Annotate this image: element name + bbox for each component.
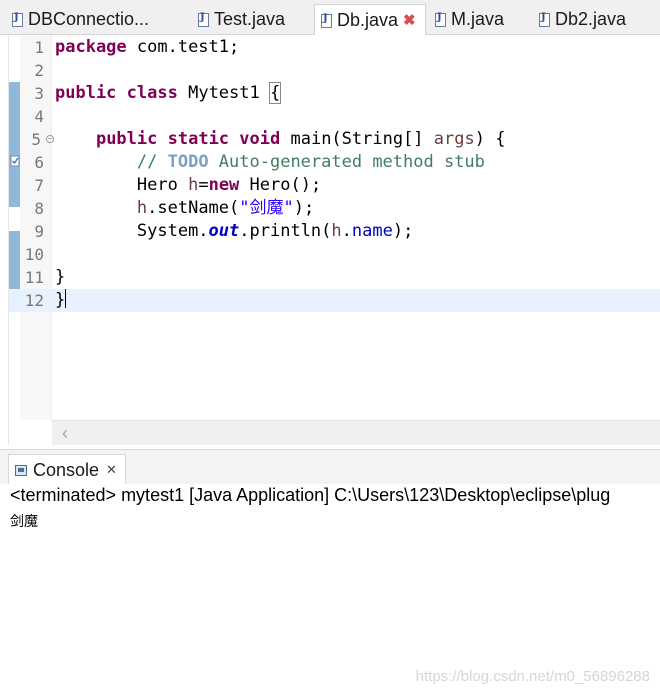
console-view-tab-bar: Console ✕	[0, 449, 660, 485]
tab-db2-java[interactable]: Db2.java	[539, 4, 639, 35]
local-variable: h	[331, 221, 342, 241]
code-token: main(String[]	[280, 129, 434, 149]
tab-dbconnection[interactable]: DBConnectio...	[12, 4, 160, 35]
field: name	[351, 221, 393, 241]
code-text: System.out.println(h.name);	[55, 220, 413, 243]
comment-text: //	[136, 152, 168, 172]
code-line: 11 }	[9, 266, 660, 289]
code-token: .println(	[239, 221, 332, 241]
string-literal: "剑魔"	[239, 198, 294, 218]
code-text: public class Mytest1 {	[55, 82, 282, 105]
horizontal-scrollbar[interactable]: ‹	[52, 420, 660, 445]
code-editor[interactable]: − 1 package com.test1; 2 3 public class …	[8, 35, 660, 445]
watermark-text: https://blog.csdn.net/m0_56896288	[415, 668, 650, 685]
line-number: 11	[24, 268, 44, 287]
code-line: 3 public class Mytest1 {	[9, 82, 660, 105]
keyword: void	[239, 129, 281, 149]
code-line: 9 System.out.println(h.name);	[9, 220, 660, 243]
code-token: );	[293, 198, 315, 218]
keyword: public	[95, 129, 158, 149]
code-token: Hero	[136, 175, 189, 195]
console-output-text: 剑魔	[10, 513, 38, 529]
class-name: Mytest1	[177, 83, 270, 103]
code-line: 4	[9, 105, 660, 128]
tab-label: M.java	[451, 9, 505, 29]
keyword: static	[167, 129, 230, 149]
line-number: 7	[34, 176, 44, 195]
code-token: ) {	[474, 129, 506, 149]
code-token: .	[341, 221, 352, 241]
code-line: 1 package com.test1;	[9, 36, 660, 59]
tab-m-java[interactable]: M.java	[435, 4, 515, 35]
code-line: 8 h.setName("剑魔");	[9, 197, 660, 220]
code-token: Hero();	[239, 175, 322, 195]
console-output-area[interactable]: <terminated> mytest1 [Java Application] …	[0, 484, 660, 691]
code-line: 6 // TODO Auto-generated method stub	[9, 151, 660, 174]
code-comment: // TODO Auto-generated method stub	[55, 151, 485, 174]
code-token: com.test1;	[126, 37, 240, 57]
line-number: 12	[24, 291, 44, 310]
line-number: 9	[34, 222, 44, 241]
code-token: =	[198, 175, 209, 195]
keyword: public	[55, 83, 117, 103]
line-number: 10	[24, 245, 44, 264]
java-file-icon	[12, 12, 23, 27]
line-number: 8	[34, 199, 44, 218]
code-text: h.setName("剑魔");	[55, 197, 314, 220]
code-text: }	[55, 289, 67, 312]
close-icon[interactable]: ✕	[106, 462, 117, 478]
java-file-icon	[321, 13, 332, 28]
scroll-left-arrow-icon[interactable]: ‹	[62, 423, 68, 443]
comment-text: Auto-generated method stub	[208, 152, 485, 172]
code-line: 2	[9, 59, 660, 82]
java-file-icon	[539, 12, 550, 27]
editor-tab-bar: DBConnectio... Test.java Db.java ✖ M.jav…	[0, 0, 660, 36]
local-variable: h	[188, 175, 199, 195]
tab-label: Db2.java	[555, 9, 627, 29]
text-caret	[65, 289, 67, 308]
code-line: 12 }	[9, 289, 660, 312]
tab-label: DBConnectio...	[28, 9, 150, 29]
line-number: 6	[34, 153, 44, 172]
code-text: }	[55, 267, 66, 287]
tab-db-java[interactable]: Db.java ✖	[314, 4, 426, 36]
todo-tag: TODO	[167, 152, 209, 172]
local-variable: h	[136, 198, 148, 218]
matching-brace: {	[268, 82, 282, 104]
keyword: package	[55, 37, 127, 57]
line-number: 4	[34, 107, 44, 126]
tab-label: Test.java	[214, 9, 286, 29]
tab-console[interactable]: Console ✕	[8, 454, 126, 485]
keyword: class	[126, 83, 178, 103]
java-file-icon	[198, 12, 209, 27]
code-line: 5 public static void main(String[] args)…	[9, 128, 660, 151]
keyword: new	[208, 175, 240, 195]
code-token: .setName(	[147, 198, 240, 218]
code-text: Hero h=new Hero();	[55, 174, 321, 197]
console-tab-label: Console	[33, 459, 100, 480]
code-token: }	[55, 290, 66, 310]
code-token: );	[392, 221, 414, 241]
static-field: out	[208, 221, 240, 241]
code-line: 10	[9, 243, 660, 266]
code-token: System.	[136, 221, 209, 241]
line-number: 2	[34, 61, 44, 80]
java-file-icon	[435, 12, 446, 27]
code-text: public static void main(String[] args) {	[55, 128, 506, 151]
line-number: 3	[34, 84, 44, 103]
console-status-text: <terminated> mytest1 [Java Application] …	[10, 485, 611, 505]
close-icon[interactable]: ✖	[403, 13, 416, 28]
console-icon	[15, 464, 27, 476]
tab-test-java[interactable]: Test.java	[198, 4, 298, 35]
tab-label: Db.java	[337, 10, 399, 30]
line-number: 1	[34, 38, 44, 57]
parameter: args	[433, 129, 475, 149]
code-text: package com.test1;	[55, 36, 239, 59]
code-line: 7 Hero h=new Hero();	[9, 174, 660, 197]
line-number: 5	[31, 130, 41, 149]
